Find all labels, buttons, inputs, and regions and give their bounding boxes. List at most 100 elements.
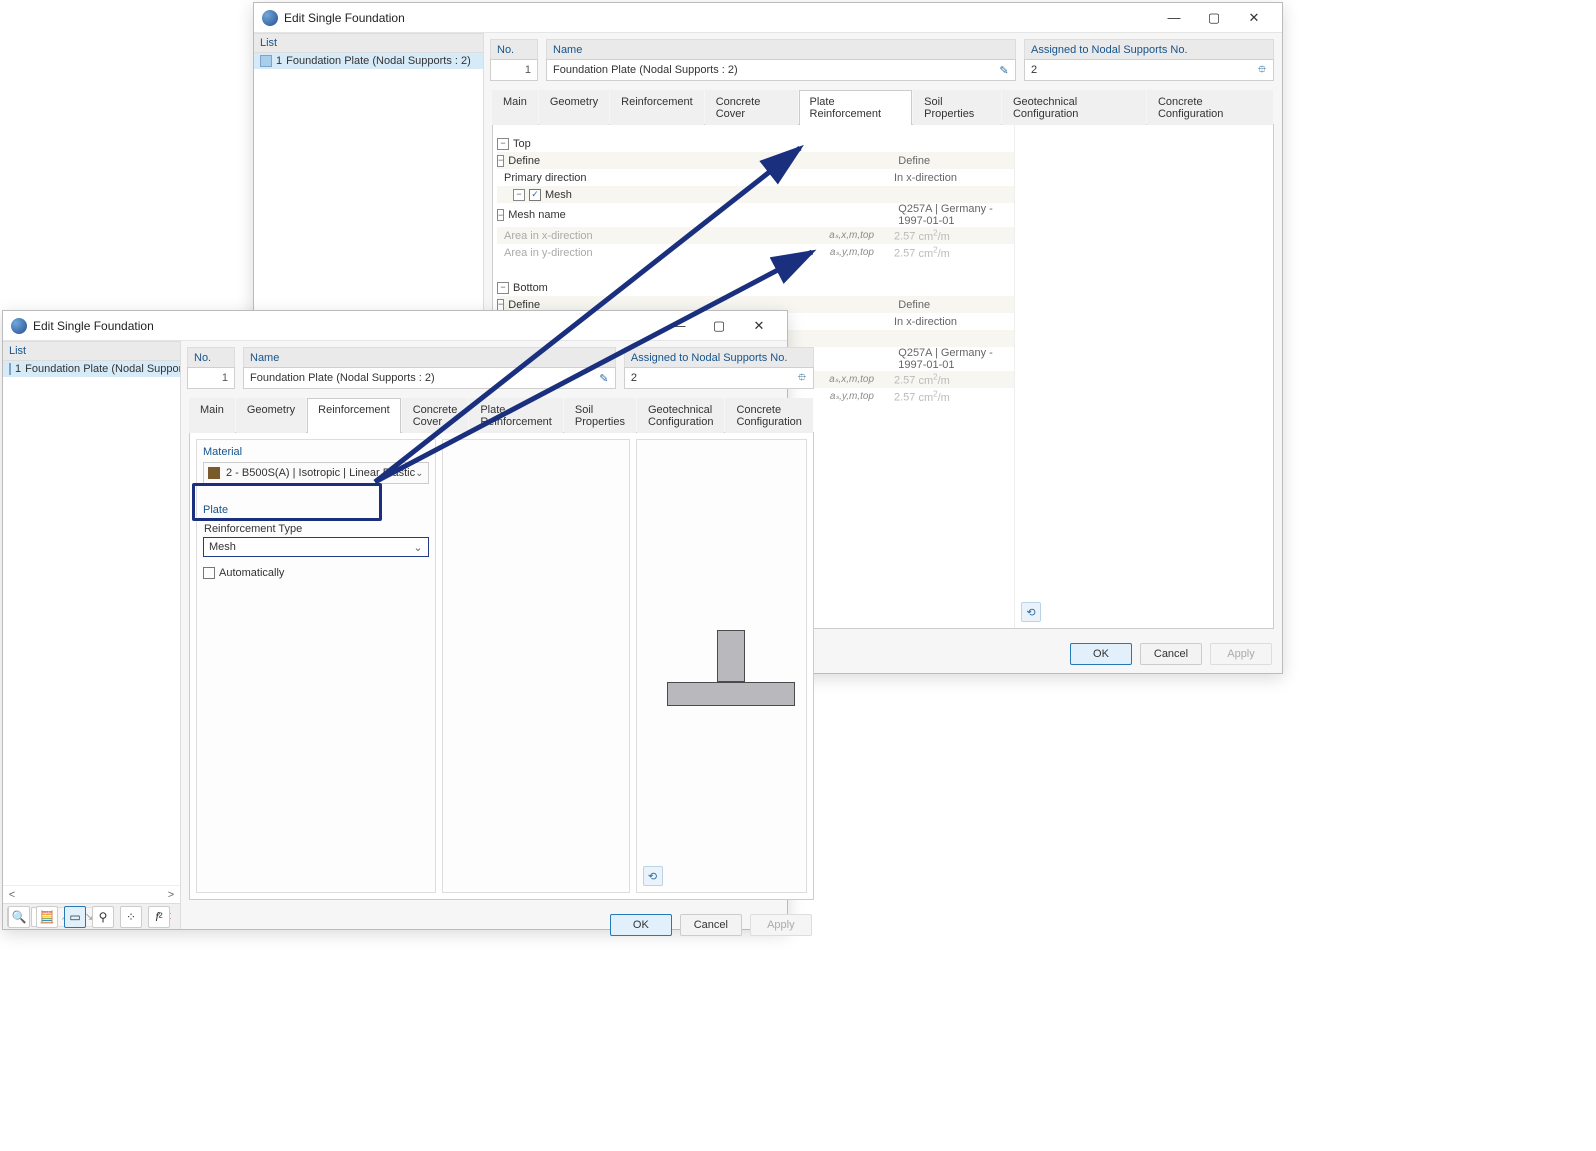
dock-toolbar: 🔍 🧮 ▭ ⚲ ⁘ f² — [8, 906, 170, 928]
dock-tool-2-icon[interactable]: 🧮 — [36, 906, 58, 928]
list-body[interactable]: 1 Foundation Plate (Nodal Supports : 2) — [3, 361, 180, 885]
header-fields: No. 1 Name Foundation Plate (Nodal Suppo… — [181, 341, 822, 389]
material-color-icon — [208, 467, 220, 479]
titlebar: Edit Single Foundation — ▢ ✕ — [3, 311, 787, 341]
close-button[interactable]: ✕ — [739, 312, 779, 340]
list-item-text: Foundation Plate (Nodal Supports : 2) — [25, 363, 180, 375]
tab-main[interactable]: Main — [189, 398, 235, 433]
maximize-button[interactable]: ▢ — [699, 312, 739, 340]
name-input[interactable]: Foundation Plate (Nodal Supports : 2) ✎ — [546, 59, 1016, 81]
mesh-checkbox[interactable] — [529, 189, 541, 201]
ok-button[interactable]: OK — [1070, 643, 1132, 665]
no-label: No. — [194, 352, 211, 364]
dock-tool-1-icon[interactable]: 🔍 — [8, 906, 30, 928]
tab-plate-reinforcement[interactable]: Plate Reinforcement — [469, 398, 563, 433]
maximize-button[interactable]: ▢ — [1194, 4, 1234, 32]
ok-button[interactable]: OK — [610, 914, 672, 936]
list-item-num: 1 — [276, 55, 282, 67]
assign-label: Assigned to Nodal Supports No. — [1031, 44, 1188, 56]
tab-soil-properties[interactable]: Soil Properties — [913, 90, 1001, 125]
list-item[interactable]: 1 Foundation Plate (Nodal Supports : 2) — [254, 53, 483, 69]
tab-concrete-configuration[interactable]: Concrete Configuration — [1147, 90, 1273, 125]
tab-soil-properties[interactable]: Soil Properties — [564, 398, 636, 433]
tab-geotechnical-configuration[interactable]: Geotechnical Configuration — [637, 398, 724, 433]
collapse-icon[interactable]: − — [497, 155, 504, 167]
dialog-edit-single-foundation-front: Edit Single Foundation — ▢ ✕ List 1 Foun… — [2, 310, 788, 930]
list-header: List — [254, 33, 483, 53]
color-swatch-icon — [9, 363, 11, 375]
app-icon — [11, 318, 27, 334]
dock-tool-4-icon[interactable]: ⚲ — [92, 906, 114, 928]
reinforcement-type-select[interactable]: Mesh ⌄ — [203, 537, 429, 557]
no-value[interactable]: 1 — [187, 367, 235, 389]
tab-reinforcement[interactable]: Reinforcement — [307, 398, 401, 433]
collapse-icon[interactable]: − — [513, 189, 525, 201]
tab-geometry[interactable]: Geometry — [539, 90, 609, 125]
dock-tool-5-icon[interactable]: ⁘ — [120, 906, 142, 928]
minimize-button[interactable]: — — [1154, 4, 1194, 32]
tree-section-bottom[interactable]: − Bottom — [497, 279, 1014, 296]
tree-row-primary-direction[interactable]: Primary direction In x-direction — [497, 169, 1014, 186]
material-select[interactable]: 2 - B500S(A) | Isotropic | Linear Elasti… — [203, 462, 429, 484]
tree-row-area-y: Area in y-direction aₛ,y,m,top 2.57 cm2/… — [497, 244, 1014, 261]
tab-concrete-configuration[interactable]: Concrete Configuration — [725, 398, 812, 433]
tree-row-define[interactable]: − Define Define — [497, 152, 1014, 169]
collapse-icon[interactable]: − — [497, 209, 504, 221]
list-item[interactable]: 1 Foundation Plate (Nodal Supports : 2) — [3, 361, 180, 377]
assign-input[interactable]: 2 ⯐ — [624, 367, 814, 389]
number-field: No. 1 — [490, 39, 538, 81]
material-section-title: Material — [197, 440, 435, 462]
extra-tool-button[interactable]: ⟲ — [1021, 602, 1041, 622]
automatically-row[interactable]: Automatically — [203, 567, 429, 579]
name-field: Name Foundation Plate (Nodal Supports : … — [546, 39, 1016, 81]
pick-node-icon[interactable]: ⯐ — [1253, 61, 1271, 79]
list-item-text: Foundation Plate (Nodal Supports : 2) — [286, 55, 471, 67]
plate-shape — [667, 682, 795, 706]
tab-reinforcement[interactable]: Reinforcement — [610, 90, 704, 125]
apply-button: Apply — [750, 914, 812, 936]
dock-tool-6-icon[interactable]: f² — [148, 906, 170, 928]
tab-geotechnical-configuration[interactable]: Geotechnical Configuration — [1002, 90, 1146, 125]
close-button[interactable]: ✕ — [1234, 4, 1274, 32]
collapse-icon[interactable]: − — [497, 138, 509, 150]
assign-label: Assigned to Nodal Supports No. — [631, 352, 788, 364]
tree-section-top[interactable]: − Top — [497, 135, 1014, 152]
reinforcement-panel: Material 2 - B500S(A) | Isotropic | Line… — [189, 433, 814, 900]
collapse-icon[interactable]: − — [497, 299, 504, 311]
minimize-button[interactable]: — — [659, 312, 699, 340]
tab-plate-reinforcement[interactable]: Plate Reinforcement — [799, 90, 913, 125]
cancel-button[interactable]: Cancel — [1140, 643, 1202, 665]
tab-geometry[interactable]: Geometry — [236, 398, 306, 433]
no-value[interactable]: 1 — [490, 59, 538, 81]
tree-row-mesh[interactable]: − Mesh — [497, 186, 1014, 203]
scrollbar[interactable]: < > — [3, 885, 180, 903]
pick-node-icon[interactable]: ⯐ — [793, 369, 811, 387]
assign-input[interactable]: 2 ⯐ — [1024, 59, 1274, 81]
tab-concrete-cover[interactable]: Concrete Cover — [705, 90, 798, 125]
reinforcement-type-box: Reinforcement Type Mesh ⌄ — [203, 523, 429, 557]
list-item-num: 1 — [15, 363, 21, 375]
dock-tool-3-icon[interactable]: ▭ — [64, 906, 86, 928]
scroll-left-icon[interactable]: < — [5, 888, 19, 902]
edit-name-icon[interactable]: ✎ — [595, 369, 613, 387]
chevron-down-icon: ⌄ — [415, 468, 423, 479]
automatically-checkbox[interactable] — [203, 567, 215, 579]
right-panel: No. 1 Name Foundation Plate (Nodal Suppo… — [181, 341, 822, 929]
cancel-button[interactable]: Cancel — [680, 914, 742, 936]
tab-main[interactable]: Main — [492, 90, 538, 125]
scroll-right-icon[interactable]: > — [164, 888, 178, 902]
window-title: Edit Single Foundation — [284, 11, 1154, 25]
edit-name-icon[interactable]: ✎ — [995, 61, 1013, 79]
window-title: Edit Single Foundation — [33, 319, 659, 333]
list-header: List — [3, 341, 180, 361]
name-input[interactable]: Foundation Plate (Nodal Supports : 2) ✎ — [243, 367, 616, 389]
assign-field: Assigned to Nodal Supports No. 2 ⯐ — [1024, 39, 1274, 81]
tree-row-mesh-name[interactable]: − Mesh name Q257A | Germany - 1997-01-01 — [497, 203, 1014, 227]
app-icon — [262, 10, 278, 26]
color-swatch-icon — [260, 55, 272, 67]
tab-bar: Main Geometry Reinforcement Concrete Cov… — [492, 89, 1274, 125]
collapse-icon[interactable]: − — [497, 282, 509, 294]
tab-concrete-cover[interactable]: Concrete Cover — [402, 398, 469, 433]
name-field: Name Foundation Plate (Nodal Supports : … — [243, 347, 616, 389]
extra-tool-button[interactable]: ⟲ — [643, 866, 663, 886]
